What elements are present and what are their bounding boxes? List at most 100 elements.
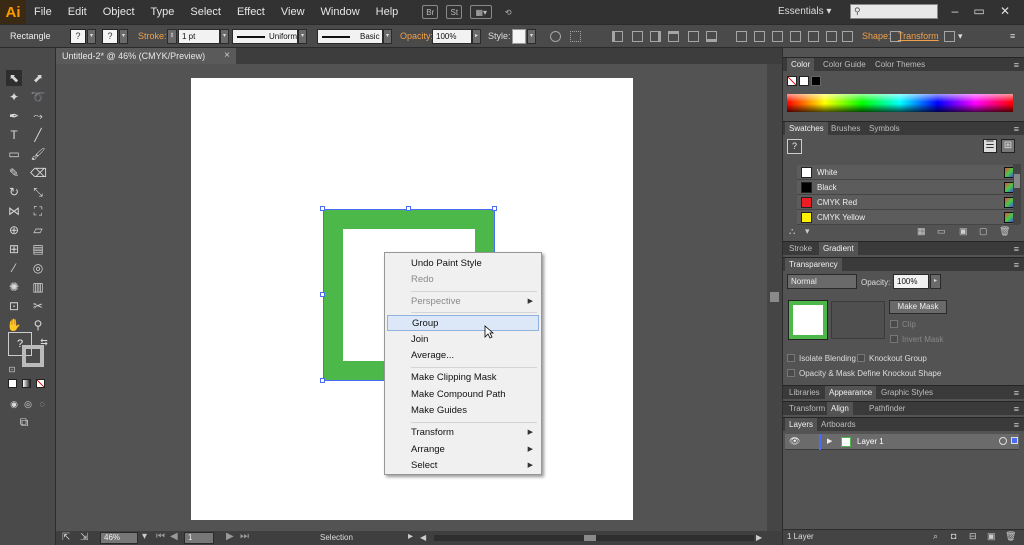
list-view-icon[interactable]: ☰ (983, 139, 997, 153)
swatches-scroll-thumb[interactable] (1014, 174, 1020, 188)
swatch-row[interactable]: CMYK Red (797, 195, 1019, 210)
menu-window[interactable]: Window (313, 0, 368, 24)
distribute-center-icon[interactable] (754, 31, 765, 42)
swatch-options-icon[interactable]: ▦ (917, 226, 926, 237)
search-input[interactable]: ⚲ (850, 4, 938, 19)
status-menu-arrow[interactable]: ▸ (408, 531, 413, 542)
none-color-chip[interactable] (787, 76, 797, 86)
slice-tool-icon[interactable]: ✂ (30, 298, 46, 314)
visibility-eye-icon[interactable]: 👁 (789, 436, 800, 447)
ctx-make-compound-path[interactable]: Make Compound Path (387, 387, 539, 403)
layer-row[interactable]: 👁 ▶ Layer 1 (785, 434, 1019, 450)
swatches-scrollbar[interactable] (1013, 164, 1021, 224)
mask-thumbnail[interactable] (831, 301, 885, 339)
ctx-transform[interactable]: Transform ▶ (387, 425, 539, 441)
align-center-v-icon[interactable] (688, 31, 699, 42)
tab-symbols[interactable]: Symbols (865, 122, 904, 136)
rotate-tool-icon[interactable]: ↻ (6, 184, 22, 200)
style-swatch[interactable] (512, 29, 526, 44)
swatch-row[interactable]: White (797, 165, 1019, 180)
stock-icon[interactable]: St (446, 5, 463, 19)
delete-layer-icon[interactable]: 🗑 (1005, 531, 1016, 542)
ctx-select[interactable]: Select ▶ (387, 458, 539, 474)
locate-object-icon[interactable]: ⌕ (933, 531, 938, 542)
transparency-opacity-field[interactable]: 100% (893, 274, 929, 289)
free-transform-tool-icon[interactable]: ⛶ (30, 203, 46, 219)
tab-brushes[interactable]: Brushes (827, 122, 864, 136)
shape-builder-tool-icon[interactable]: ⊕ (6, 222, 22, 238)
bridge-icon[interactable]: Br (422, 5, 439, 19)
eyedropper-tool-icon[interactable]: ⁄ (6, 260, 22, 276)
ctx-average[interactable]: Average... (387, 348, 539, 364)
tab-color-guide[interactable]: Color Guide (819, 58, 870, 72)
screen-mode-icon[interactable]: ⧉ (16, 414, 32, 430)
align-left-icon[interactable] (612, 31, 623, 42)
handle-middle-left[interactable] (320, 292, 325, 297)
lasso-tool-icon[interactable]: ➰ (30, 89, 46, 105)
swatch-row[interactable]: Black (797, 180, 1019, 195)
handle-top-center[interactable] (406, 206, 411, 211)
expand-layer-icon[interactable]: ▶ (827, 437, 832, 445)
tab-pathfinder[interactable]: Pathfinder (865, 402, 909, 416)
none-mode-icon[interactable] (36, 379, 45, 388)
align-center-h-icon[interactable] (632, 31, 643, 42)
stroke-label[interactable]: Stroke: (138, 31, 167, 41)
color-panel-menu-icon[interactable]: ≡ (1014, 58, 1019, 72)
tab-swatches[interactable]: Swatches (785, 122, 828, 136)
distribute-bottom-icon[interactable] (772, 31, 783, 42)
knockout-group-checkbox[interactable] (857, 354, 865, 362)
zoom-dropdown[interactable]: ▾ (142, 531, 147, 542)
default-colors-icon[interactable]: ⊡ (4, 362, 20, 378)
isolate-selection-icon[interactable] (944, 31, 955, 42)
style-dropdown[interactable]: ▾ (527, 29, 536, 44)
scrollbar-thumb[interactable] (770, 292, 779, 302)
close-button[interactable]: ✕ (994, 2, 1016, 20)
delete-swatch-icon[interactable]: 🗑 (999, 226, 1010, 237)
pen-tool-icon[interactable]: ✒ (6, 108, 22, 124)
transform-link[interactable]: Transform (898, 31, 939, 41)
new-folder-icon[interactable]: ▢ (979, 226, 988, 237)
object-thumbnail[interactable] (788, 300, 828, 340)
align-options-icon[interactable] (842, 31, 853, 42)
make-clipping-mask-icon[interactable]: ◘ (951, 531, 956, 541)
direct-selection-tool-icon[interactable]: ⬈ (30, 70, 46, 86)
menu-effect[interactable]: Effect (229, 0, 273, 24)
tab-transform[interactable]: Transform (785, 402, 829, 416)
menu-help[interactable]: Help (368, 0, 407, 24)
stroke-panel-menu-icon[interactable]: ≡ (1014, 242, 1019, 256)
hscroll-right-arrow[interactable]: ▶ (756, 533, 766, 543)
transparency-panel-menu-icon[interactable]: ≡ (1014, 258, 1019, 272)
stroke-weight-field[interactable]: 1 pt (178, 29, 220, 44)
tab-color-themes[interactable]: Color Themes (871, 58, 929, 72)
tab-artboards[interactable]: Artboards (817, 418, 860, 432)
swatch-fill-stroke-indicator[interactable]: ? (787, 139, 802, 154)
handle-bottom-left[interactable] (320, 378, 325, 383)
thumbnail-view-icon[interactable]: ⊞ (1001, 139, 1015, 153)
gradient-mode-icon[interactable] (22, 379, 31, 388)
rectangle-tool-icon[interactable]: ▭ (6, 146, 22, 162)
symbol-sprayer-tool-icon[interactable]: ✺ (6, 279, 22, 295)
magic-wand-tool-icon[interactable]: ✦ (6, 89, 22, 105)
layers-panel-menu-icon[interactable]: ≡ (1014, 418, 1019, 432)
align-top-icon[interactable] (668, 31, 679, 42)
last-artboard-button[interactable]: ⏭ (240, 531, 249, 542)
prev-artboard-button[interactable]: ◀ (170, 531, 178, 542)
swap-colors-icon[interactable]: ⇆ (36, 334, 52, 350)
appearance-panel-menu-icon[interactable]: ≡ (1014, 386, 1019, 400)
clip-checkbox[interactable] (890, 320, 898, 328)
selection-indicator[interactable] (1011, 437, 1018, 444)
tab-layers[interactable]: Layers (785, 418, 818, 432)
line-tool-icon[interactable]: ╱ (30, 127, 46, 143)
mesh-tool-icon[interactable]: ⊞ (6, 241, 22, 257)
pencil-tool-icon[interactable]: ✎ (6, 165, 22, 181)
stroke-dropdown[interactable]: ▾ (119, 29, 128, 44)
isolate-dropdown[interactable]: ▾ (958, 31, 963, 42)
fill-dropdown[interactable]: ▾ (87, 29, 96, 44)
align-panel-menu-icon[interactable]: ≡ (1014, 402, 1019, 416)
artboard-tool-icon[interactable]: ⊡ (6, 298, 22, 314)
profile-dropdown[interactable]: ▾ (298, 29, 307, 44)
align-bottom-icon[interactable] (706, 31, 717, 42)
ctx-join[interactable]: Join (387, 332, 539, 348)
maximize-button[interactable]: ▭ (968, 2, 990, 20)
blend-mode-select[interactable]: Normal (787, 274, 857, 289)
